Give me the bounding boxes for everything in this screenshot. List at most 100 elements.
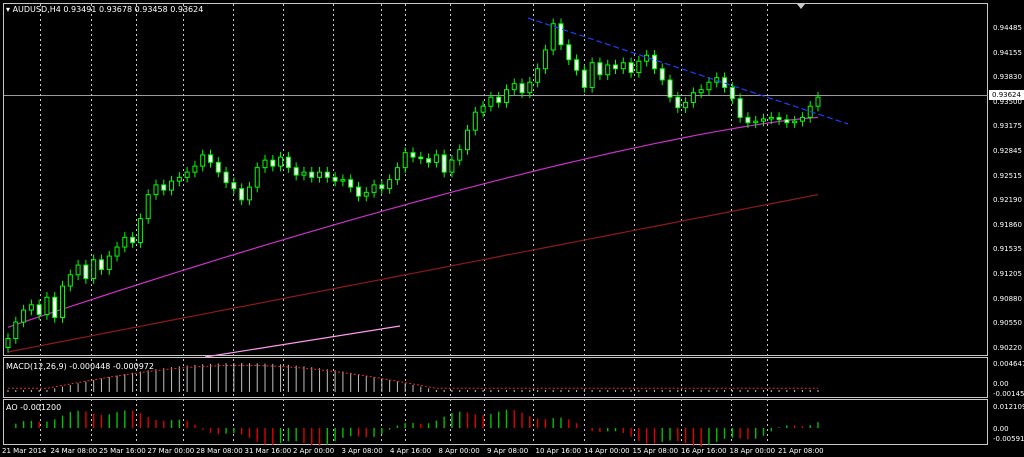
time-label: 4 Apr 16:00 [390, 447, 432, 455]
shift-marker-icon[interactable] [797, 4, 805, 9]
bull-candle [371, 184, 377, 193]
bear-candle [83, 264, 89, 280]
bear-candle [410, 152, 416, 158]
menu-triangle-icon[interactable]: ▾ [6, 5, 10, 14]
pink-trendline[interactable] [204, 325, 401, 358]
bear-candle [651, 54, 657, 70]
bull-candle [535, 68, 541, 83]
bull-candle [683, 101, 689, 109]
price-label: 0.93175 [993, 122, 1022, 131]
bull-candle [106, 255, 112, 271]
bull-candle [799, 116, 805, 122]
symbol-title: ▾ AUDUSD,H4 0.93491 0.93678 0.93458 0.93… [6, 5, 203, 15]
bull-candle [13, 321, 19, 340]
bull-candle [176, 176, 182, 182]
chart-canvas[interactable] [0, 0, 1024, 457]
bull-candle [690, 92, 696, 103]
bear-candle [597, 62, 603, 76]
bull-candle [511, 83, 517, 91]
time-label: 10 Apr 16:00 [535, 447, 582, 455]
time-label: 8 Apr 00:00 [438, 447, 480, 455]
bear-candle [285, 156, 291, 169]
time-label: 18 Apr 00:00 [729, 447, 776, 455]
bull-candle [698, 89, 704, 94]
bull-candle [28, 304, 34, 311]
bull-candle [60, 285, 66, 319]
candles [5, 18, 821, 353]
bull-candle [278, 156, 284, 167]
bull-candle [21, 309, 27, 323]
price-label: 0.93830 [993, 73, 1022, 82]
bull-candle [753, 120, 759, 124]
bull-candle [145, 194, 151, 220]
bull-candle [114, 246, 120, 257]
bear-candle [36, 304, 42, 316]
trendlines[interactable] [204, 17, 849, 358]
bull-candle [67, 274, 73, 287]
macd-label: MACD(12,26,9) -0.000448 -0.000972 [6, 362, 154, 371]
bear-candle [223, 171, 229, 184]
bear-candle [426, 158, 432, 163]
ma-slow-line [7, 194, 819, 353]
price-label: 0.90880 [993, 294, 1022, 303]
bear-candle [348, 179, 354, 188]
time-label: 3 Apr 08:00 [341, 447, 383, 455]
bear-candle [208, 154, 213, 163]
ohlc-values: 0.93491 0.93678 0.93458 0.93624 [63, 5, 204, 14]
ao-axis-zero: 0.00 [993, 425, 1009, 433]
time-label: 14 Apr 00:00 [584, 447, 630, 455]
bull-candle [768, 116, 774, 120]
bear-candle [379, 184, 385, 190]
price-label: 0.91205 [993, 270, 1022, 278]
time-label: 15 Apr 08:00 [632, 447, 679, 455]
ao-axis-top: 0.012109 [993, 403, 1024, 411]
bull-candle [636, 60, 642, 73]
time-label: 21 Mar 2014 [2, 447, 47, 455]
bull-candle [605, 64, 611, 76]
bull-candle [363, 191, 369, 197]
price-label: 0.90550 [993, 319, 1022, 328]
bull-candle [394, 167, 400, 181]
bull-candle [153, 184, 159, 196]
price-label: 0.90220 [993, 343, 1022, 352]
bull-candle [542, 49, 548, 70]
time-label: 21 Apr 08:00 [778, 447, 824, 455]
price-label: 0.91860 [993, 220, 1022, 229]
bear-candle [628, 62, 634, 73]
bear-candle [581, 69, 587, 88]
price-label: 0.92845 [993, 147, 1022, 155]
bull-candle [792, 120, 798, 124]
bear-candle [558, 23, 564, 46]
bear-candle [496, 96, 502, 103]
bull-candle [433, 154, 439, 163]
bull-candle [449, 159, 455, 173]
bear-candle [332, 176, 338, 182]
bear-candle [659, 68, 665, 81]
main-panel-frame [3, 3, 988, 356]
bull-candle [488, 96, 494, 107]
bear-candle [309, 171, 315, 178]
chart-window[interactable]: ▾ AUDUSD,H4 0.93491 0.93678 0.93458 0.93… [0, 0, 1024, 457]
bull-candle [620, 62, 626, 70]
bull-candle [44, 296, 50, 316]
bear-candle [574, 59, 580, 71]
bull-candle [200, 154, 206, 167]
bear-candle [776, 116, 782, 121]
bull-candle [246, 186, 252, 201]
ao-label: AO -0.001200 [6, 403, 62, 412]
ao-histogram [15, 409, 819, 447]
macd-axis-top: 0.004647 [993, 360, 1024, 368]
bull-candle [169, 180, 175, 191]
macd-axis-zero: 0.00 [993, 380, 1009, 388]
ao-axis-bottom: -0.00591 [993, 435, 1024, 443]
price-label: 0.92190 [993, 196, 1022, 205]
time-label: 9 Apr 08:00 [487, 447, 529, 455]
bull-candle [760, 118, 766, 122]
bull-candle [472, 111, 478, 131]
bear-candle [441, 154, 447, 173]
ao-panel-frame [3, 399, 988, 445]
bear-candle [215, 161, 221, 173]
bear-candle [52, 296, 58, 319]
bear-candle [613, 64, 618, 70]
bull-candle [503, 89, 509, 103]
